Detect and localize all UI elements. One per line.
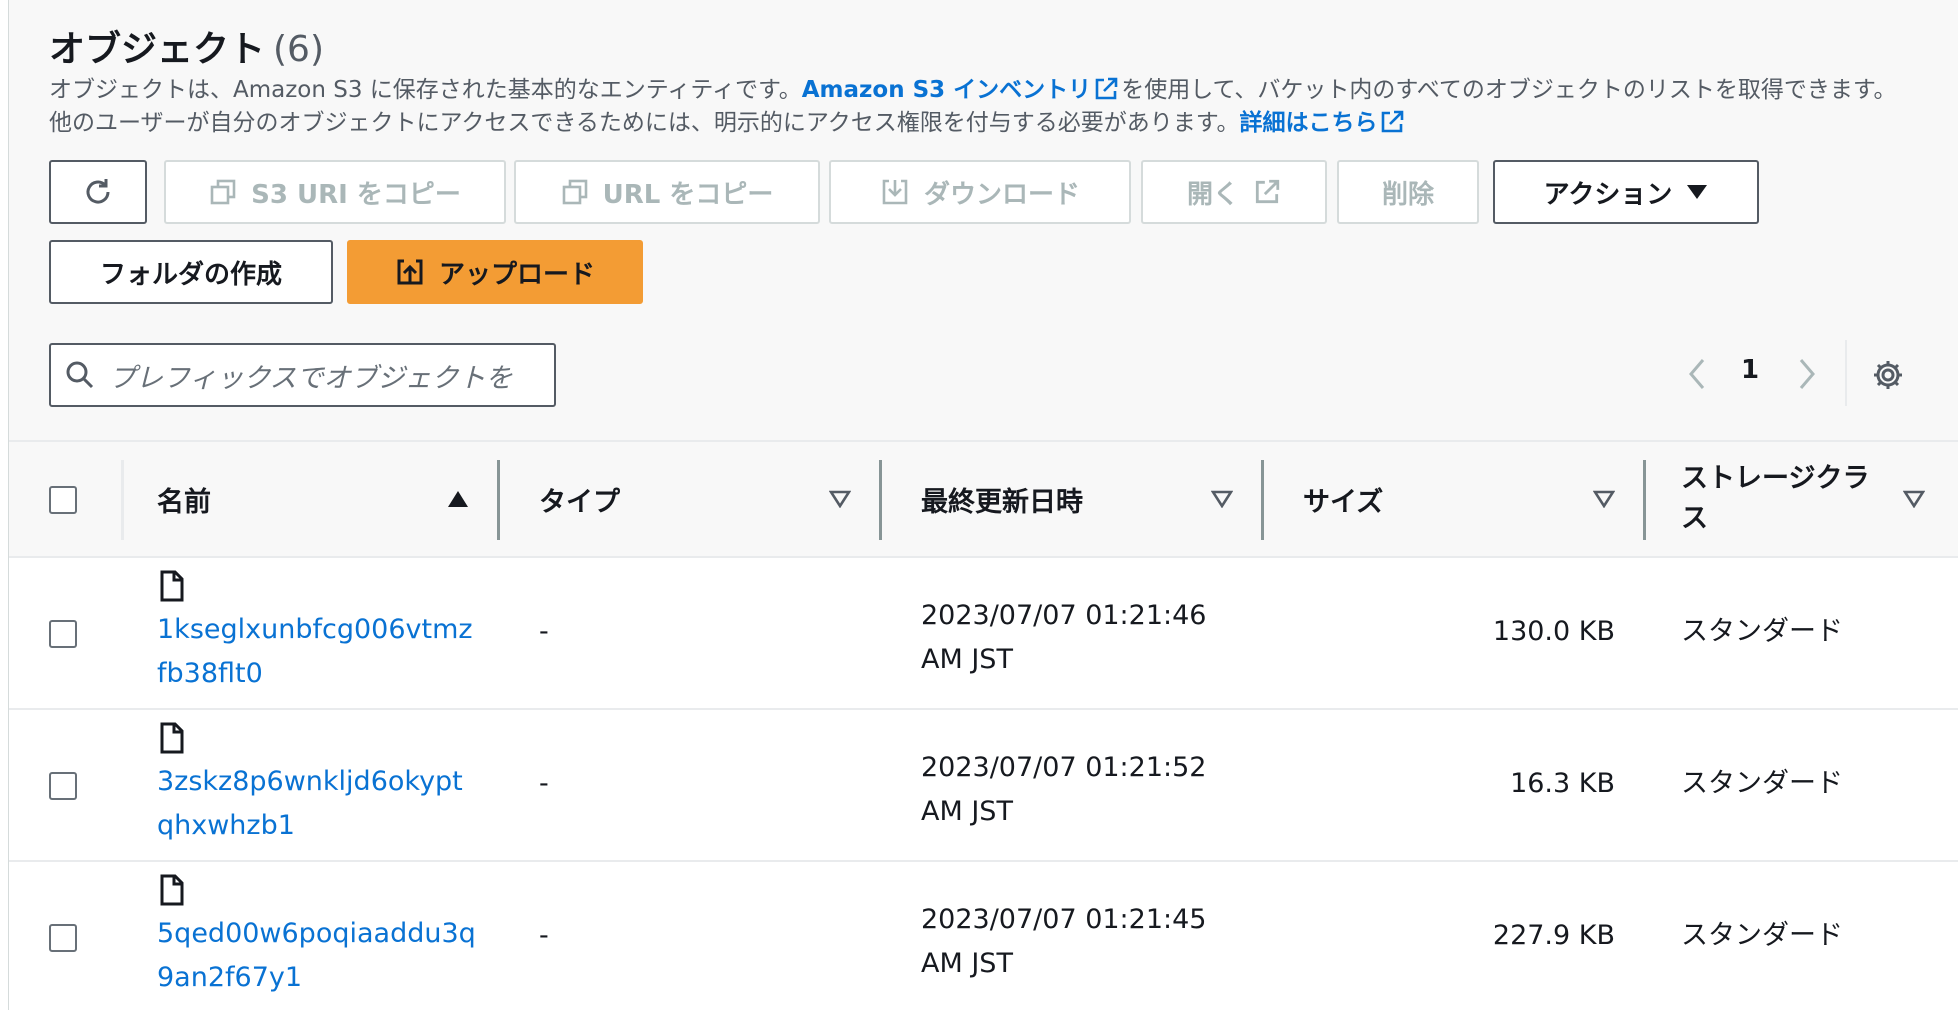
object-size: 130.0 KB (1492, 616, 1615, 647)
column-header-type[interactable]: タイプ (539, 442, 620, 556)
column-resizer[interactable] (497, 460, 500, 540)
chevron-right-icon[interactable] (1795, 356, 1819, 392)
column-header-storage-class[interactable]: ストレージクラス (1681, 442, 1891, 556)
column-resizer[interactable] (1261, 460, 1264, 540)
table-row: 1kseglxunbfcg006vtmzfb38flt0 - 2023/07/0… (9, 558, 1958, 710)
object-type: - (539, 616, 549, 647)
upload-icon (397, 259, 423, 285)
column-resizer[interactable] (879, 460, 882, 540)
external-link-icon (1255, 179, 1280, 204)
copy-icon (562, 179, 587, 205)
copy-s3-uri-button[interactable]: S3 URI をコピー (164, 160, 506, 224)
objects-panel: オブジェクト (6) オブジェクトは、Amazon S3 に保存された基本的なエン… (8, 0, 1958, 1010)
row-checkbox[interactable] (49, 772, 77, 800)
row-checkbox[interactable] (49, 924, 77, 952)
column-name-label: 名前 (157, 486, 211, 518)
object-size: 16.3 KB (1510, 768, 1615, 799)
divider (1845, 340, 1847, 406)
sort-icon[interactable] (1593, 490, 1615, 508)
column-modified-label: 最終更新日時 (921, 486, 1083, 518)
download-label: ダウンロード (923, 179, 1080, 210)
column-divider (121, 460, 124, 540)
gear-icon[interactable] (1871, 358, 1905, 392)
actions-label: アクション (1543, 179, 1673, 210)
object-size: 227.9 KB (1492, 920, 1615, 951)
column-size-label: サイズ (1303, 486, 1384, 518)
sort-icon[interactable] (1211, 490, 1233, 508)
sort-ascending-icon[interactable] (447, 490, 469, 508)
search-input[interactable]: プレフィックスでオブジェクトを (49, 343, 556, 407)
search-placeholder: プレフィックスでオブジェクトを (109, 362, 513, 394)
table-body: 1kseglxunbfcg006vtmzfb38flt0 - 2023/07/0… (9, 558, 1958, 1010)
create-folder-button[interactable]: フォルダの作成 (49, 240, 333, 304)
inventory-link[interactable]: Amazon S3 インベントリ (802, 77, 1091, 103)
object-count: (6) (273, 29, 325, 70)
chevron-left-icon[interactable] (1685, 356, 1709, 392)
caret-down-icon (1687, 185, 1708, 199)
description: オブジェクトは、Amazon S3 に保存された基本的なエンティティです。Ama… (49, 74, 1909, 140)
external-link-icon[interactable] (1379, 109, 1405, 135)
sort-icon[interactable] (1903, 490, 1925, 508)
copy-url-label: URL をコピー (602, 179, 774, 210)
object-name-link[interactable]: 1kseglxunbfcg006vtmzfb38flt0 (157, 608, 477, 696)
page-number[interactable]: 1 (1741, 355, 1759, 385)
search-icon (66, 361, 94, 389)
row-checkbox[interactable] (49, 620, 77, 648)
actions-button[interactable]: アクション (1493, 160, 1759, 224)
copy-url-button[interactable]: URL をコピー (514, 160, 820, 224)
object-type: - (539, 768, 549, 799)
objects-header: オブジェクト (6) オブジェクトは、Amazon S3 に保存された基本的なエン… (9, 0, 1958, 440)
create-folder-label: フォルダの作成 (99, 259, 282, 290)
column-header-name[interactable]: 名前 (157, 442, 211, 556)
sort-icon[interactable] (829, 490, 851, 508)
object-modified: 2023/07/07 01:21:45 AM JST (921, 904, 1207, 979)
table-row: 5qed00w6poqiaaddu3q9an2f67y1 - 2023/07/0… (9, 862, 1958, 1010)
object-name-link[interactable]: 5qed00w6poqiaaddu3q9an2f67y1 (157, 912, 477, 1000)
file-icon (160, 874, 184, 906)
object-type: - (539, 920, 549, 951)
column-resizer[interactable] (1643, 460, 1646, 540)
external-link-icon[interactable] (1093, 76, 1119, 102)
table-row: 3zskz8p6wnkljd6okyptqhxwhzb1 - 2023/07/0… (9, 710, 1958, 862)
copy-icon (210, 179, 236, 205)
upload-button[interactable]: アップロード (347, 240, 643, 304)
object-modified: 2023/07/07 01:21:46 AM JST (921, 600, 1207, 675)
column-storage-class-label: ストレージクラス (1681, 463, 1870, 534)
learn-more-link[interactable]: 詳細はこちら (1239, 110, 1377, 136)
column-header-size[interactable]: サイズ (1303, 442, 1383, 556)
object-modified: 2023/07/07 01:21:52 AM JST (921, 752, 1207, 827)
select-all-checkbox[interactable] (49, 486, 77, 514)
table-header: 名前 タイプ 最終更新日時 サイズ ストレージクラス (9, 440, 1958, 558)
object-storage-class: スタンダード (1681, 616, 1843, 647)
file-icon (160, 722, 184, 754)
copy-s3-uri-label: S3 URI をコピー (251, 179, 461, 210)
open-button[interactable]: 開く (1141, 160, 1327, 224)
page-title: オブジェクト (6) (49, 20, 324, 72)
download-button[interactable]: ダウンロード (829, 160, 1131, 224)
open-label: 開く (1186, 179, 1239, 210)
column-header-modified[interactable]: 最終更新日時 (921, 442, 1083, 556)
refresh-icon (86, 179, 110, 204)
download-icon (882, 179, 908, 205)
column-type-label: タイプ (539, 486, 620, 518)
upload-label: アップロード (438, 259, 595, 290)
description-text-1: オブジェクトは、Amazon S3 に保存された基本的なエンティティです。 (49, 77, 802, 103)
object-name-link[interactable]: 3zskz8p6wnkljd6okyptqhxwhzb1 (157, 760, 477, 848)
object-storage-class: スタンダード (1681, 920, 1843, 951)
file-icon (160, 570, 184, 602)
refresh-button[interactable] (49, 160, 147, 224)
delete-button[interactable]: 削除 (1337, 160, 1479, 224)
title-text: オブジェクト (49, 29, 266, 70)
object-storage-class: スタンダード (1681, 768, 1843, 799)
delete-label: 削除 (1381, 179, 1434, 210)
